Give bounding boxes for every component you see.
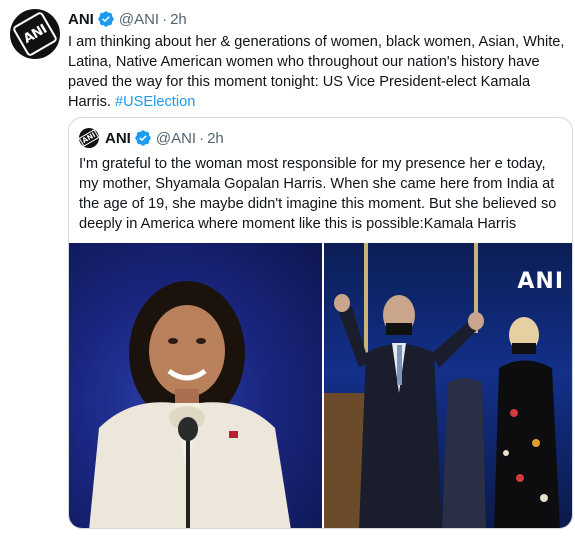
photo-woman-illustration [89, 281, 291, 528]
author-name[interactable]: ANI [68, 11, 94, 28]
quoted-author-name: ANI [105, 129, 131, 147]
quoted-author-handle: @ANI [155, 129, 197, 147]
quoted-tweet-timestamp: 2h [207, 129, 224, 147]
separator-dot: · [199, 129, 205, 147]
quoted-tweet-text: I'm grateful to the woman most responsib… [79, 156, 557, 232]
quoted-author-avatar: ANI [78, 128, 100, 148]
photo-celebration-stage[interactable]: ANI [324, 243, 572, 528]
ani-watermark: ANI [517, 269, 564, 294]
tweet-timestamp[interactable]: 2h [170, 11, 187, 28]
quoted-tweet-media: ANI [69, 243, 572, 528]
quoted-tweet-header: ANI ANI @ANI · 2h [78, 128, 224, 148]
quoted-ani-logo: ANI [78, 129, 100, 147]
separator-dot: · [162, 10, 168, 28]
ani-logo: ANI [11, 10, 59, 58]
quoted-tweet[interactable]: ANI ANI @ANI · 2h I'm grateful to the wo… [68, 117, 573, 529]
verified-badge-icon [134, 129, 152, 147]
author-avatar[interactable]: ANI [10, 9, 60, 59]
tweet-text: I am thinking about her & generations of… [68, 32, 573, 112]
photo-woman-at-podium[interactable] [69, 243, 322, 528]
tweet-header: ANI @ANI · 2h [68, 9, 187, 29]
verified-badge-icon [97, 10, 115, 28]
author-handle[interactable]: @ANI [119, 11, 159, 28]
hashtag-link[interactable]: #USElection [115, 94, 195, 110]
